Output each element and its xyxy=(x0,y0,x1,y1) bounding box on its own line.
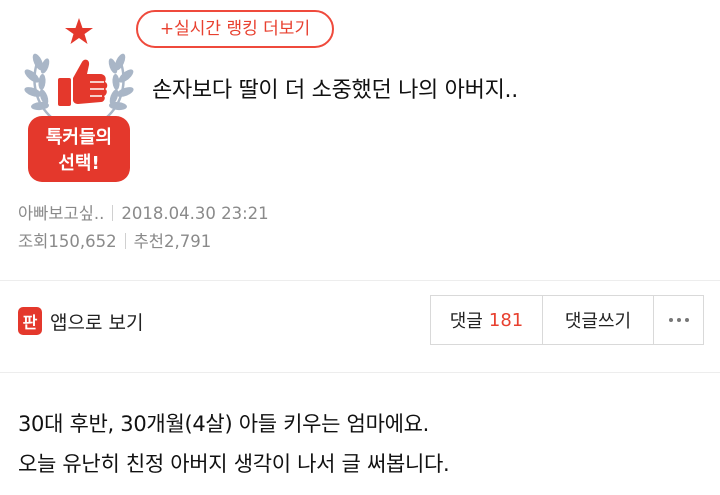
badge-line1: 톡커들의 xyxy=(46,127,112,148)
comments-count: 181 xyxy=(488,309,524,331)
post-meta-stats: 조회150,652 추천2,791 xyxy=(18,230,211,254)
toker-choice-badge: 톡커들의 선택! xyxy=(18,16,140,188)
section-divider xyxy=(0,280,720,281)
badge-graphic: 톡커들의 선택! xyxy=(24,18,134,182)
pann-app-icon: 판 xyxy=(18,307,42,335)
open-in-app-link[interactable]: 판 앱으로 보기 xyxy=(18,304,143,338)
realtime-ranking-button[interactable]: +실시간 랭킹 더보기 xyxy=(136,10,334,48)
write-comment-label: 댓글쓰기 xyxy=(564,311,632,332)
author-name[interactable]: 아빠보고싶.. xyxy=(18,204,104,223)
likes-count: 2,791 xyxy=(163,232,212,251)
thumbs-up-icon xyxy=(58,59,108,106)
views-label: 조회 xyxy=(18,232,49,251)
more-dots-icon xyxy=(668,318,689,322)
views-count: 150,652 xyxy=(48,232,117,251)
meta-divider xyxy=(112,205,114,221)
comments-label: 댓글 xyxy=(449,311,483,332)
post-body: 30대 후반, 30개월(4살) 아들 키우는 엄마에요. 오늘 유난히 친정 … xyxy=(18,404,450,484)
more-options-button[interactable] xyxy=(654,296,703,344)
meta-divider xyxy=(124,233,126,249)
star-icon xyxy=(65,18,93,44)
post-body-line: 30대 후반, 30개월(4살) 아들 키우는 엄마에요. xyxy=(18,412,430,436)
post-title: 손자보다 딸이 더 소중했던 나의 아버지.. xyxy=(152,78,518,103)
open-in-app-label: 앱으로 보기 xyxy=(50,311,144,334)
post-datetime: 2018.04.30 23:21 xyxy=(121,204,269,223)
comments-button[interactable]: 댓글 181 xyxy=(431,296,543,344)
likes-label: 추천 xyxy=(133,232,164,251)
post-body-line: 오늘 유난히 친정 아버지 생각이 나서 글 써봅니다. xyxy=(18,452,450,476)
section-divider xyxy=(0,372,720,373)
comment-action-bar: 댓글 181 댓글쓰기 xyxy=(430,295,704,345)
badge-line2: 선택! xyxy=(58,153,99,174)
write-comment-button[interactable]: 댓글쓰기 xyxy=(543,296,654,344)
post-meta-author-date: 아빠보고싶.. 2018.04.30 23:21 xyxy=(18,202,269,226)
